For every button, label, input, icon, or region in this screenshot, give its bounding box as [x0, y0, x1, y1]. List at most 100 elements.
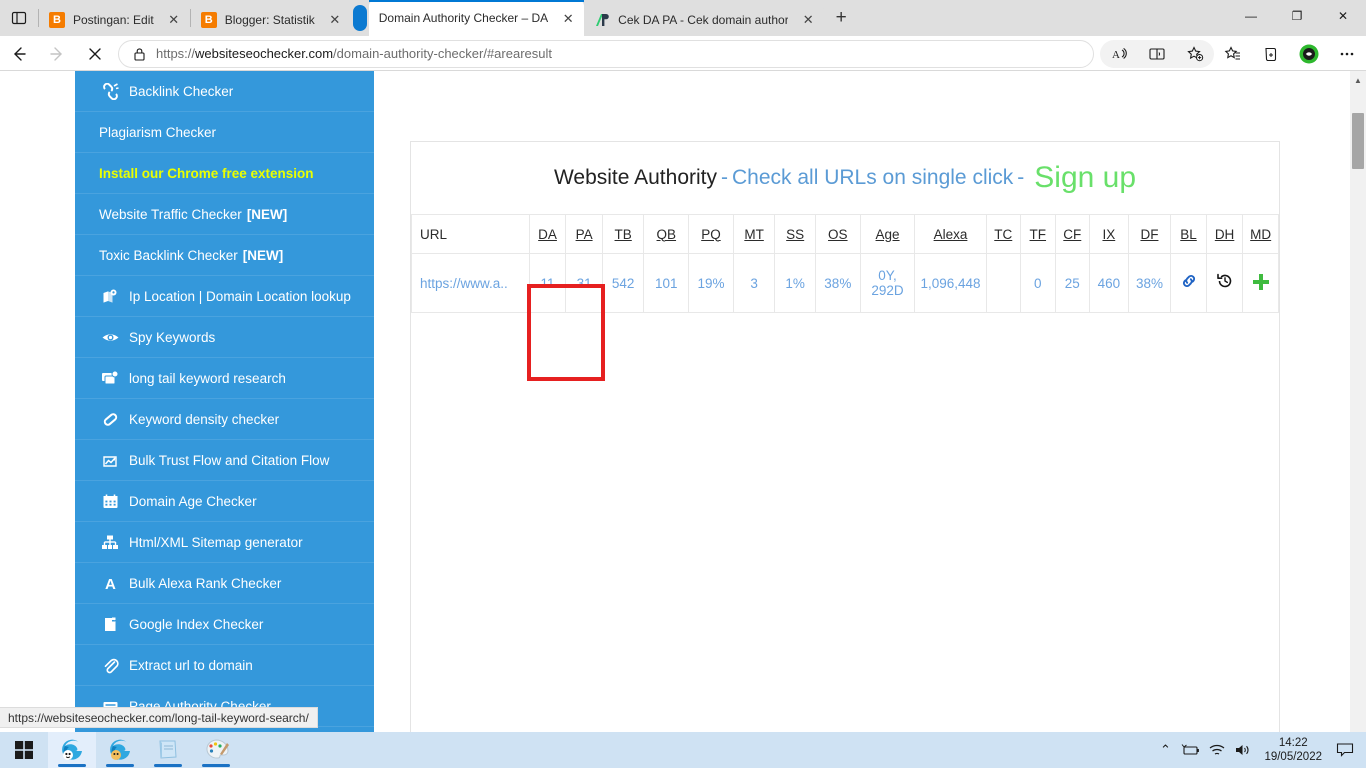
sign-up-link[interactable]: Sign up: [1034, 161, 1136, 195]
sidebar-item-spy-keywords[interactable]: Spy Keywords: [75, 317, 374, 358]
tab-close-icon[interactable]: ✕: [164, 10, 184, 30]
col-header-tb[interactable]: TB: [601, 214, 645, 254]
sidebar-item-plagiarism-checker[interactable]: Plagiarism Checker: [75, 112, 374, 153]
cell-ix: 460: [1089, 253, 1129, 313]
col-header-os[interactable]: OS: [814, 214, 861, 254]
stop-loading-icon[interactable]: [76, 39, 114, 69]
col-header-bl[interactable]: BL: [1170, 214, 1207, 254]
tab-title: Blogger: Statistik: [224, 12, 315, 27]
taskbar-clock[interactable]: 14:22 19/05/2022: [1256, 732, 1330, 768]
new-tab-button[interactable]: +: [824, 3, 858, 33]
sidebar-item-sitemap-generator[interactable]: Html/XML Sitemap generator: [75, 522, 374, 563]
tray-chevron-up-icon[interactable]: ⌃: [1152, 732, 1178, 768]
minimize-button[interactable]: —: [1228, 0, 1274, 32]
browser-tab-0[interactable]: B Postingan: Edit ✕: [39, 3, 190, 36]
col-header-alexa[interactable]: Alexa: [914, 214, 987, 254]
col-header-dh[interactable]: DH: [1205, 214, 1244, 254]
cell-cf: 25: [1054, 253, 1091, 313]
taskbar-app-notepad[interactable]: [144, 732, 192, 768]
scrollbar-thumb[interactable]: [1352, 113, 1364, 169]
sidebar-item-chrome-extension[interactable]: Install our Chrome free extension: [75, 153, 374, 194]
col-header-pq[interactable]: PQ: [688, 214, 734, 254]
browser-tab-2-active[interactable]: Domain Authority Checker – DA ✕: [368, 0, 585, 36]
history-icon[interactable]: [1216, 273, 1234, 294]
pill-icon: [99, 411, 121, 428]
col-header-ix[interactable]: IX: [1089, 214, 1129, 254]
window-controls: — ❐ ✕: [1228, 0, 1366, 36]
app-active-underline: [106, 764, 134, 767]
cell-bl[interactable]: [1170, 253, 1207, 313]
col-header-md[interactable]: MD: [1242, 214, 1279, 254]
tab-close-icon[interactable]: ✕: [558, 8, 578, 28]
tab-preview-icon[interactable]: [0, 0, 38, 36]
tab-close-icon[interactable]: ✕: [325, 10, 345, 30]
app-active-underline: [202, 764, 230, 767]
sidebar-item-google-index-checker[interactable]: Google Index Checker: [75, 604, 374, 645]
scroll-up-arrow-icon[interactable]: ▲: [1350, 71, 1366, 89]
taskbar-app-edge-browser-1[interactable]: [48, 732, 96, 768]
new-badge: [NEW]: [242, 247, 284, 263]
sidebar-item-keyword-density-checker[interactable]: Keyword density checker: [75, 399, 374, 440]
calendar-icon: [99, 493, 121, 510]
sidebar-item-label: Extract url to domain: [129, 657, 253, 673]
sidebar-item-bulk-trust-flow[interactable]: Bulk Trust Flow and Citation Flow: [75, 440, 374, 481]
sidebar-item-website-traffic-checker[interactable]: Website Traffic Checker [NEW]: [75, 194, 374, 235]
address-bar[interactable]: https://websiteseochecker.com/domain-aut…: [118, 39, 1094, 68]
col-header-tf[interactable]: TF: [1020, 214, 1056, 254]
col-header-pa[interactable]: PA: [565, 214, 603, 254]
windows-taskbar: ⌃ 14:22 19/05/2022: [0, 732, 1366, 768]
read-aloud-icon[interactable]: A: [1100, 39, 1138, 69]
taskbar-app-paint[interactable]: [192, 732, 240, 768]
volume-icon[interactable]: [1230, 732, 1256, 768]
col-header-cf[interactable]: CF: [1054, 214, 1091, 254]
notification-icon[interactable]: [1330, 732, 1360, 768]
cell-dh[interactable]: [1205, 253, 1244, 313]
sidebar-item-long-tail-keyword-research[interactable]: long tail keyword research: [75, 358, 374, 399]
clock-date: 19/05/2022: [1264, 751, 1322, 763]
link-icon[interactable]: [1180, 274, 1198, 294]
taskbar-app-edge-browser-2[interactable]: [96, 732, 144, 768]
sidebar-item-extract-url-to-domain[interactable]: Extract url to domain: [75, 645, 374, 686]
col-header-age[interactable]: Age: [859, 214, 916, 254]
collections-icon[interactable]: [1252, 39, 1290, 69]
sidebar-item-label: Bulk Trust Flow and Citation Flow: [129, 452, 330, 468]
settings-more-icon[interactable]: [1328, 39, 1366, 69]
add-favorite-icon[interactable]: [1176, 39, 1214, 69]
col-header-qb[interactable]: QB: [643, 214, 690, 254]
col-header-ss[interactable]: SS: [774, 214, 816, 254]
favorites-icon[interactable]: [1214, 39, 1252, 69]
col-header-da[interactable]: DA: [528, 214, 567, 254]
sidebar-item-bulk-alexa-rank[interactable]: A Bulk Alexa Rank Checker: [75, 563, 374, 604]
tab-title: Domain Authority Checker – DA: [378, 11, 549, 25]
tab-close-icon[interactable]: ✕: [798, 10, 818, 30]
alexa-a-icon: A: [99, 575, 121, 592]
maximize-button[interactable]: ❐: [1274, 0, 1320, 32]
backlink-icon: [99, 82, 121, 100]
back-icon[interactable]: [0, 39, 38, 69]
plus-icon[interactable]: [1251, 268, 1271, 298]
cell-md[interactable]: [1242, 253, 1279, 313]
sidebar-item-toxic-backlink-checker[interactable]: Toxic Backlink Checker [NEW]: [75, 235, 374, 276]
battery-icon[interactable]: [1178, 732, 1204, 768]
sidebar-item-domain-age-checker[interactable]: Domain Age Checker: [75, 481, 374, 522]
cell-url[interactable]: https://www.a..: [411, 253, 530, 313]
close-window-button[interactable]: ✕: [1320, 0, 1366, 32]
col-header-df[interactable]: DF: [1127, 214, 1172, 254]
start-icon[interactable]: [0, 732, 48, 768]
col-header-url: URL: [411, 214, 530, 254]
extension-icon[interactable]: [1290, 39, 1328, 69]
sidebar-item-ip-location[interactable]: Ip Location | Domain Location lookup: [75, 276, 374, 317]
sidebar-item-label: Spy Keywords: [129, 329, 216, 345]
page-scrollbar-vertical[interactable]: ▲: [1350, 71, 1366, 732]
wifi-icon[interactable]: [1204, 732, 1230, 768]
sidebar-item-label: Website Traffic Checker: [99, 206, 242, 222]
sidebar-item-backlink-checker[interactable]: Backlink Checker: [75, 71, 374, 112]
col-header-mt[interactable]: MT: [732, 214, 776, 254]
immersive-reader-icon[interactable]: [1138, 39, 1176, 69]
browser-tab-3[interactable]: Cek DA PA - Cek domain authori ✕: [584, 3, 825, 36]
col-header-tc[interactable]: TC: [985, 214, 1022, 254]
app-active-underline: [58, 764, 86, 767]
browser-tab-1[interactable]: B Blogger: Statistik ✕: [190, 3, 351, 36]
forward-icon: [38, 39, 76, 69]
document-icon: [99, 616, 121, 633]
